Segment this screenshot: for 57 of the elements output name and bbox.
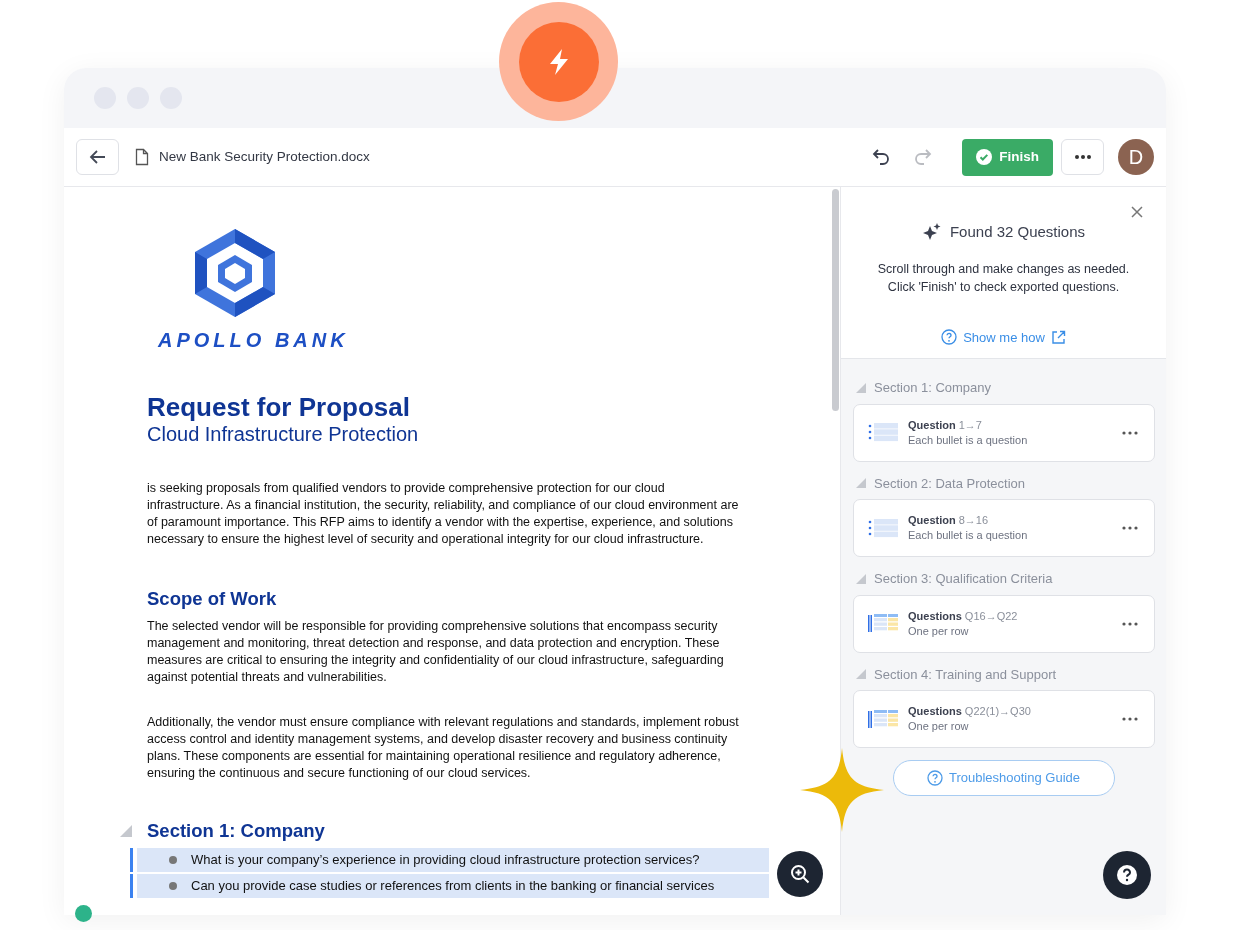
help-button[interactable] [1103, 851, 1151, 899]
zoom-button[interactable] [777, 851, 823, 897]
bullet-icon [169, 881, 177, 890]
scrollbar-thumb[interactable] [832, 189, 839, 411]
more-button[interactable] [1120, 524, 1140, 532]
paragraph: is seeking proposals from qualified vendors to provide comprehensive protection for our cloud infrastructure. As a financial institution, the security, reliability, and compliance of our cloud environment are of paramount importance. This RFP aims to identify a vendor with the expertise, experience, and solutions necessary to ensure the highest level of security and operational integrity for our cloud infrastructure. [147, 479, 739, 548]
back-button[interactable] [76, 139, 119, 175]
question-range: Question 8→16 [908, 513, 990, 528]
panel-description: Scroll through and make changes as needed. [876, 260, 1131, 278]
show-me-how-link[interactable]: Show me how [941, 327, 1066, 347]
question-format-note: One per row [908, 719, 970, 734]
question-group-card[interactable]: Question 8→16 Each bullet is a question [853, 499, 1155, 557]
question-range: Questions Q22(1)→Q30 [908, 704, 1031, 719]
panel-title: Found 32 Questions [949, 222, 1086, 242]
paragraph: The selected vendor will be responsible for providing comprehensive solutions that encompass security management and monitoring, threat detection and response, and data protection and encryption. These measures are critical to ensuring the integrity and confidentiality of our cloud infrastructure, safeguarding against potential threats and vulnerabilities. [147, 617, 725, 686]
external-link-icon [1050, 329, 1066, 345]
question-format-note: One per row [908, 623, 970, 639]
question-format-note: Each bullet is a question [908, 432, 1028, 448]
question-range: Questions Q16→Q22 [908, 608, 1018, 624]
panel-description: Click 'Finish' to check exported questions. [886, 278, 1121, 296]
zoom-in-icon [790, 864, 810, 884]
question-text: Can you provide case studies or references from clients in the banking or financial services [191, 877, 715, 896]
more-button[interactable] [1120, 715, 1140, 723]
close-icon[interactable] [1131, 206, 1143, 218]
help-circle-icon [941, 329, 958, 346]
section-label: Section 3: Qualification Criteria [874, 570, 1053, 588]
file-name: New Bank Security Protection.docx [159, 147, 370, 166]
question-text: What is your company’s experience in providing cloud infrastructure protection services? [191, 851, 700, 870]
bullet-icon [169, 855, 177, 864]
document-subtitle: Cloud Infrastructure Protection [147, 421, 420, 446]
user-avatar[interactable]: D [1118, 139, 1154, 175]
more-icon [1122, 717, 1138, 721]
more-icon [1122, 526, 1138, 530]
question-group-card[interactable]: Question 1→7 Each bullet is a question [853, 403, 1155, 462]
redo-arrow-icon [912, 147, 933, 167]
file-icon [135, 148, 149, 166]
question-group-card[interactable]: Questions Q22(1)→Q30 One per row [853, 690, 1155, 748]
section-label: Section 4: Training and Support [874, 665, 1057, 684]
question-range: Question 1→7 [908, 417, 983, 433]
paragraph: Additionally, the vendor must ensure compliance with relevant regulations and standards, implement robust access control and identity management systems, and develop disaster recovery and business continuity plans. These components are essential for maintaining operational resilience and regulatory adherence, ensuring the continuous and secure functioning of our cloud services. [147, 713, 739, 782]
help-icon [1116, 864, 1138, 886]
section-heading: Scope of Work [147, 587, 278, 610]
document-title: Request for Proposal [147, 393, 411, 422]
help-circle-icon [926, 770, 943, 786]
section-label: Section 2: Data Protection [874, 474, 1026, 493]
more-button[interactable] [1061, 139, 1104, 175]
status-dot-icon [75, 905, 92, 922]
more-icon [1073, 155, 1092, 159]
more-icon [1122, 621, 1138, 626]
logo-wordmark: APOLLO BANK [158, 328, 350, 353]
check-circle-icon [976, 149, 993, 165]
section-heading: Section 1: Company [147, 819, 325, 842]
back-arrow-icon [88, 149, 107, 165]
more-icon [1122, 430, 1138, 435]
question-format-note: Each bullet is a question [908, 528, 1028, 543]
question-group-card[interactable]: Questions Q16→Q22 One per row [853, 594, 1155, 653]
section-label: Section 1: Company [874, 379, 992, 397]
